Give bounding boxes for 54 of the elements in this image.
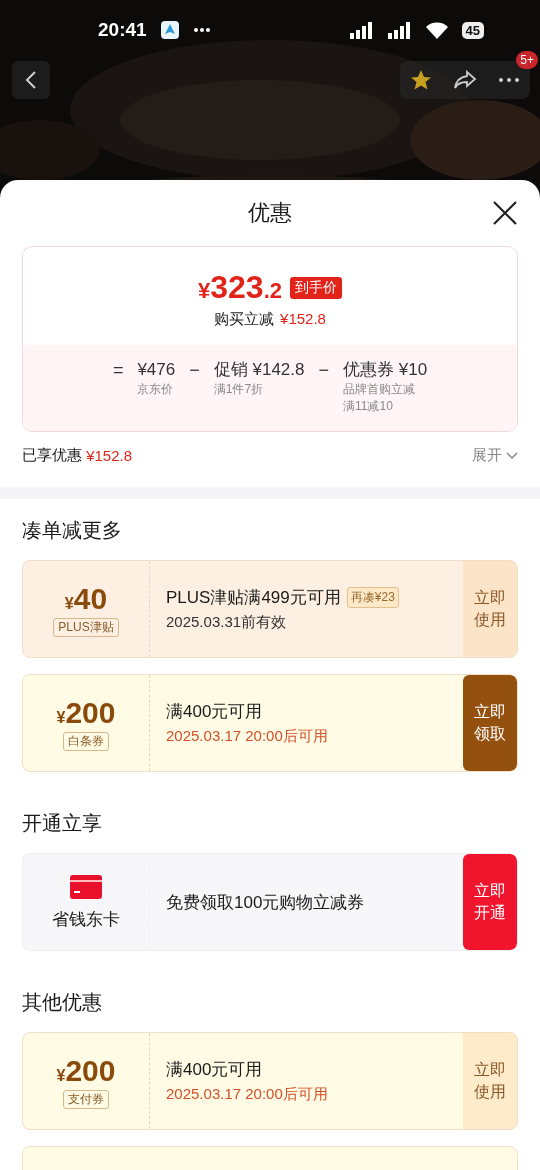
operator: − [318,359,329,382]
coupon-title: PLUS津贴满499元可用 [166,587,341,609]
coupon-tag: 白条券 [63,731,109,751]
back-icon [24,70,38,90]
coupon-action-button[interactable]: 立即 使用 [463,1033,517,1129]
coupon-title: 满400元可用 [166,701,263,723]
signal-icon [349,21,374,39]
wifi-icon [425,21,448,39]
coupon-title: 满400元可用 [166,1059,263,1081]
breakdown-note: 满1件7折 [213,381,265,398]
star-icon [409,68,433,92]
activate-button[interactable]: 立即 开通 [463,854,517,950]
saving-label: 购买立减 [214,310,275,329]
card-name: 省钱东卡 [52,908,120,931]
card-icon [69,873,103,900]
operator: = [112,359,124,382]
saving-value: ¥152.8 [280,310,326,329]
final-price: ¥323.2 [198,269,283,306]
coupon-validity: 2025.03.31前有效 [166,613,288,632]
section-title: 凑单减更多 [22,518,123,543]
signal-icon [387,21,412,39]
breakdown-note: 品牌首购立减 [343,381,416,398]
sheet-title: 优惠 [248,199,292,227]
coupon-amount: ¥200 [56,695,116,730]
share-icon [453,70,477,90]
clock: 20:41 [98,19,147,41]
coupon-amount: ¥40 [64,581,108,616]
breakdown-value: 优惠券 ¥10 [343,359,428,381]
breakdown-value: 促销 ¥142.8 [213,359,305,381]
top-up-tag: 再凑¥23 [346,587,399,608]
section-title: 开通立享 [22,811,103,836]
chevron-down-icon [506,451,518,460]
close-button[interactable] [492,200,518,226]
enjoyed-value: ¥152.8 [86,447,133,464]
coupon-amount: ¥200 [56,1053,116,1088]
more-icon [192,27,211,33]
section-title: 其他优惠 [22,990,103,1015]
offer-text: 免费领取100元购物立减券 [166,891,366,914]
coupon-validity: 2025.03.17 20:00后可用 [166,727,329,746]
coupon-tag: PLUS津贴 [53,617,119,637]
enjoyed-label: 已享优惠 [22,446,82,465]
more-icon [498,77,520,83]
coupon-action-button[interactable]: 立即 使用 [463,561,517,657]
breakdown-note: 京东价 [137,381,175,398]
coupon-validity: 2025.03.17 20:00后可用 [166,1085,329,1104]
expand-button[interactable]: 展开 [472,446,518,465]
coupon-tag: 支付券 [63,1089,109,1109]
coupon-action-button[interactable]: 立即 领取 [463,675,517,771]
operator: − [189,359,200,382]
breakdown-value: ¥476 [137,359,176,381]
final-price-tag: 到手价 [290,276,342,299]
close-icon [492,200,518,226]
back-button[interactable] [12,61,50,99]
breakdown-note: 满11减10 [343,398,394,415]
